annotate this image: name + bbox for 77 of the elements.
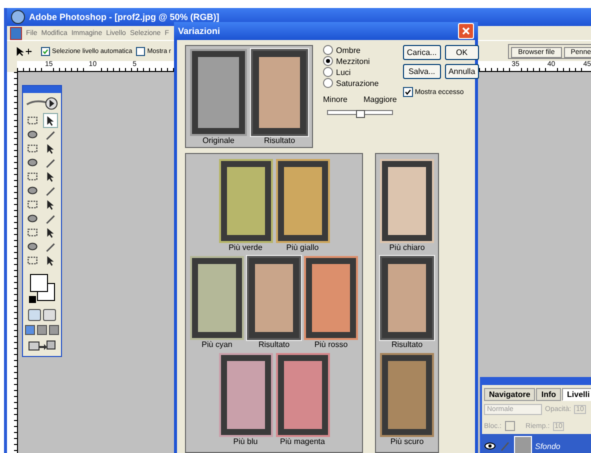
radio-label: Mezzitoni	[336, 56, 370, 66]
tool-icon[interactable]	[26, 156, 39, 169]
slider-track[interactable]	[327, 110, 393, 115]
radio-option[interactable]: Ombre	[323, 45, 397, 55]
dialog-button[interactable]: Carica...	[402, 45, 441, 60]
palette-title-bar	[23, 86, 61, 93]
photo-placeholder[interactable]	[380, 352, 434, 437]
slider-thumb[interactable]	[356, 110, 365, 118]
move-tool-icon[interactable]	[15, 46, 33, 56]
app-icon	[11, 10, 25, 24]
radio-button[interactable]	[323, 56, 333, 66]
dialog-button[interactable]: OK	[444, 45, 479, 60]
tool-icon[interactable]	[26, 212, 39, 225]
tool-icon[interactable]	[26, 254, 39, 267]
thumbnail-label: Risultato	[258, 340, 290, 350]
radio-option[interactable]: Luci	[323, 67, 397, 77]
photo-placeholder[interactable]	[276, 352, 330, 437]
thumbnail-label: Più chiaro	[389, 243, 425, 254]
thumbnail-label: Più verde	[228, 243, 262, 254]
tool-icon[interactable]	[26, 114, 39, 127]
thumbnail-label: Più magenta	[280, 436, 325, 447]
layer-row[interactable]: Sfondo	[482, 434, 591, 453]
thumbnail-label: Più cyan	[202, 340, 232, 350]
window-title: Adobe Photoshop - [prof2.jpg @ 50% (RGB)]	[29, 12, 220, 22]
panel-tab[interactable]: Livelli	[562, 388, 591, 401]
thumbnail-label: Più scuro	[390, 436, 424, 447]
standard-mode-icon[interactable]	[28, 309, 41, 321]
radio-button[interactable]	[323, 67, 333, 77]
photo-placeholder[interactable]	[380, 159, 434, 244]
dialog-title: Variazioni	[178, 26, 220, 36]
radio-option[interactable]: Saturazione	[323, 78, 397, 88]
photo-placeholder[interactable]	[218, 159, 272, 244]
radio-button[interactable]	[323, 78, 333, 88]
close-button[interactable]	[458, 23, 474, 39]
photo-placeholder[interactable]	[218, 352, 272, 437]
photo-placeholder[interactable]	[190, 256, 244, 340]
tool-icon[interactable]	[26, 198, 39, 211]
photo-placeholder[interactable]	[380, 256, 434, 340]
panel-tab[interactable]: Navigatore	[484, 388, 536, 401]
thumbnail-label: Originale	[202, 136, 234, 146]
radio-label: Ombre	[336, 46, 360, 54]
checkbox[interactable]	[41, 46, 50, 56]
tool-icon[interactable]	[26, 170, 39, 183]
eye-icon[interactable]	[484, 442, 496, 450]
color-swatches-icon[interactable]	[29, 273, 55, 303]
photo-placeholder	[514, 436, 532, 453]
layer-name: Sfondo	[535, 442, 560, 450]
tool-icon[interactable]	[26, 128, 39, 141]
quick-mask-icon[interactable]	[43, 309, 56, 321]
photo-placeholder[interactable]	[304, 256, 358, 340]
photo-placeholder[interactable]	[247, 256, 301, 340]
tool-icon[interactable]	[26, 184, 39, 197]
panel-tab[interactable]: Info	[536, 388, 562, 401]
thumbnail-label: Più rosso	[314, 340, 348, 350]
dialog-button[interactable]: Salva...	[402, 64, 441, 79]
checkbox[interactable]	[136, 46, 146, 56]
brush-icon	[499, 440, 511, 452]
thumbnail-label: Più blu	[233, 436, 258, 447]
checkbox[interactable]	[402, 87, 413, 97]
radio-label: Saturazione	[336, 78, 379, 88]
thumbnail-label: Più giallo	[286, 243, 319, 254]
tool-icon[interactable]	[44, 114, 57, 127]
slider-max-label: Maggiore	[363, 95, 397, 104]
thumbnail-label: Risultato	[264, 136, 296, 146]
photo-placeholder[interactable]	[276, 159, 330, 244]
radio-option[interactable]: Mezzitoni	[323, 56, 397, 66]
document-icon	[10, 26, 22, 40]
radio-label: Luci	[336, 68, 351, 76]
slider-min-label: Minore	[323, 95, 348, 104]
close-icon	[461, 26, 471, 36]
tool-icon[interactable]	[26, 240, 39, 253]
thumbnail-label: Risultato	[391, 340, 423, 350]
jump-to-icon[interactable]	[28, 339, 56, 351]
radio-button[interactable]	[323, 45, 333, 55]
dialog-button[interactable]: Annulla	[444, 64, 479, 79]
tool-icon[interactable]	[26, 226, 39, 239]
tool-icon[interactable]	[26, 142, 39, 155]
